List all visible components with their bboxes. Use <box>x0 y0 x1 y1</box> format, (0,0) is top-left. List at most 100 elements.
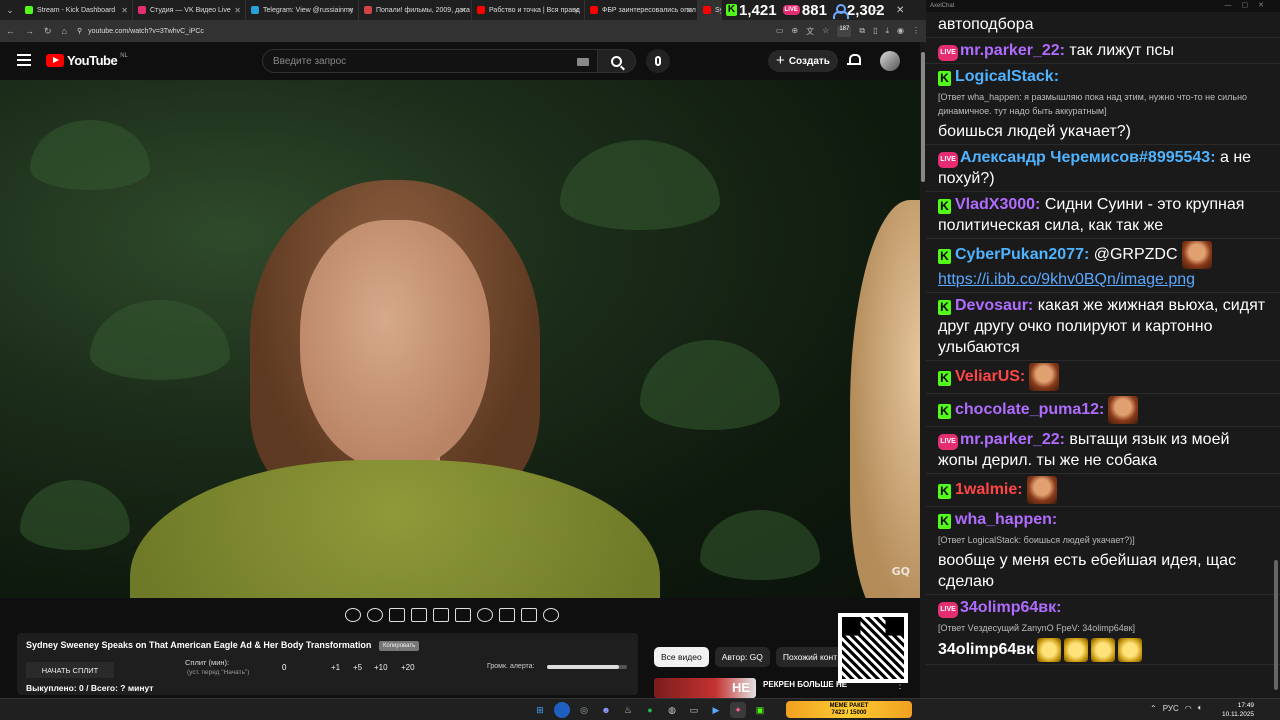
clock[interactable]: 17:49 10.11.2025 <box>1222 701 1254 719</box>
chat-window-controls[interactable]: —▢✕ <box>1225 1 1274 9</box>
chip-similar[interactable]: Похожий конт <box>775 647 845 667</box>
speed-icon[interactable] <box>477 608 493 622</box>
forward-icon[interactable]: → <box>25 26 34 36</box>
menu-icon[interactable]: ⋮ <box>912 26 920 37</box>
profile-icon[interactable]: ◉ <box>897 26 904 37</box>
chat-link[interactable]: https://i.ibb.co/9khv0BQn/image.png <box>938 271 1195 288</box>
scrollbar-thumb[interactable] <box>921 52 925 182</box>
kick-platform-icon: K <box>938 71 951 86</box>
chat-username[interactable]: LogicalStack: <box>955 68 1059 85</box>
copy-button[interactable]: Копировать <box>378 640 420 651</box>
volume-icon[interactable]: 🔈︎ <box>1198 703 1203 713</box>
site-info-icon[interactable]: ⚲ <box>77 27 82 35</box>
kick-app-icon[interactable]: ▣ <box>752 702 768 718</box>
add-20-button[interactable]: +20 <box>401 663 415 672</box>
extension-badge[interactable]: 187 <box>837 25 852 37</box>
download-icon[interactable]: ⤓ <box>885 26 889 37</box>
chat-username[interactable]: 34olimp64вк: <box>960 599 1061 616</box>
video-second-person <box>850 200 920 598</box>
tab-close-icon[interactable]: ✕ <box>234 6 241 15</box>
stream-app-icon[interactable]: ✦ <box>730 702 746 718</box>
cast-icon[interactable]: ▭ <box>776 26 784 37</box>
alert-volume-slider[interactable] <box>547 665 627 669</box>
tab-close-icon[interactable]: ✕ <box>121 6 128 15</box>
guide-menu-icon[interactable] <box>17 54 31 66</box>
minimize-icon[interactable]: — <box>872 5 882 16</box>
spotify-icon[interactable]: ● <box>642 702 658 718</box>
tray-overflow-icon[interactable]: ⌃ <box>1150 704 1157 713</box>
github-icon[interactable]: ◍ <box>664 702 680 718</box>
browser-tab[interactable]: Telegram: View @russiainmy ✕ <box>246 0 359 20</box>
reload-icon[interactable]: ↻ <box>44 26 52 37</box>
add-1-button[interactable]: +1 <box>331 663 340 672</box>
chat-username[interactable]: CyberPukan2077: <box>955 246 1089 263</box>
browser-tab[interactable]: Студия — VK Видео Live ✕ <box>133 0 246 20</box>
translate-icon[interactable]: 文 <box>806 26 814 37</box>
search-button[interactable] <box>598 49 636 73</box>
broadcast-icon[interactable] <box>367 608 383 622</box>
browser-tab[interactable]: Syd <box>698 0 722 20</box>
tab-close-icon[interactable]: ✕ <box>460 6 467 15</box>
player-icon[interactable]: ▶ <box>708 702 724 718</box>
tab-list-icon[interactable]: ⌄ <box>0 0 20 20</box>
video-player[interactable]: GQ <box>0 80 920 598</box>
browser-tab[interactable]: Stream - Kick Dashboard ✕ <box>20 0 133 20</box>
split-value[interactable]: 0 <box>282 663 286 672</box>
chat-username[interactable]: Александр Черемисов#8995543: <box>960 149 1216 166</box>
browser-tab[interactable]: Рабство и точка | Вся правд ✕ <box>472 0 585 20</box>
chat-username[interactable]: mr.parker_22: <box>960 42 1065 59</box>
add-10-button[interactable]: +10 <box>374 663 388 672</box>
watch-icon[interactable] <box>389 608 405 622</box>
start-icon[interactable]: ⊞ <box>532 702 548 718</box>
chat-scrollbar[interactable] <box>1274 560 1278 690</box>
split-view-icon[interactable]: ▯ <box>873 26 877 37</box>
discord-icon[interactable]: ☻ <box>598 702 614 718</box>
chat-username[interactable]: mr.parker_22: <box>960 431 1065 448</box>
screenshot-icon[interactable] <box>521 608 537 622</box>
media-icon[interactable]: ▭ <box>686 702 702 718</box>
chip-author[interactable]: Автор: GQ <box>714 647 770 667</box>
chat-username[interactable]: wha_happen: <box>955 511 1057 528</box>
chat-username[interactable]: VeliarUS: <box>955 368 1025 385</box>
tab-close-icon[interactable]: ✕ <box>686 6 693 15</box>
notifications-icon[interactable] <box>847 54 861 67</box>
add-icon[interactable] <box>499 608 515 622</box>
bookmark-icon[interactable]: ☆ <box>822 26 829 37</box>
obs-icon[interactable]: ◎ <box>576 702 592 718</box>
settings-gear-icon[interactable] <box>543 608 559 622</box>
steam-icon[interactable]: ♨ <box>620 702 636 718</box>
chat-username[interactable]: VladX3000: <box>955 196 1040 213</box>
start-split-button[interactable]: НАЧАТЬ СПЛИТ <box>26 662 114 678</box>
url-field[interactable]: ⚲ youtube.com/watch?v=3TwhvC_iPCc <box>77 27 766 36</box>
recommended-title[interactable]: РЕКРЕН БОЛЬШЕ НЕ <box>763 680 847 689</box>
voice-search-button[interactable] <box>646 49 670 73</box>
add-5-button[interactable]: +5 <box>353 663 362 672</box>
chrome-icon[interactable] <box>554 702 570 718</box>
meme-racket-widget[interactable]: МЕМЕ РАКЕТ 7423 / 15000 <box>786 701 912 718</box>
film-icon[interactable] <box>411 608 427 622</box>
keyboard-icon[interactable] <box>577 58 589 66</box>
browser-tab[interactable]: ФБР заинтересовались опол ✕ <box>585 0 698 20</box>
back-icon[interactable]: ← <box>6 26 15 36</box>
browser-tab[interactable]: Попали! фильмы, 2009, дата ✕ <box>359 0 472 20</box>
fullscreen-icon[interactable] <box>433 608 449 622</box>
home-icon[interactable]: ⌂ <box>62 26 67 36</box>
create-button[interactable]: + Создать <box>768 50 838 72</box>
wifi-icon[interactable]: ◠ <box>1185 704 1192 713</box>
close-icon[interactable]: ✕ <box>896 5 904 16</box>
youtube-logo[interactable]: YouTube NL <box>46 53 128 68</box>
chat-username[interactable]: 1walmie: <box>955 481 1023 498</box>
chat-username[interactable]: chocolate_puma12: <box>955 401 1104 418</box>
chip-all[interactable]: Все видео <box>654 647 709 667</box>
extensions-icon[interactable]: ⧉ <box>859 26 865 37</box>
tab-close-icon[interactable]: ✕ <box>573 6 580 15</box>
recommended-thumbnail[interactable]: НЕ <box>654 678 756 698</box>
language-indicator[interactable]: РУС <box>1163 704 1179 713</box>
chat-username[interactable]: Devosaur: <box>955 297 1033 314</box>
tab-close-icon[interactable]: ✕ <box>347 6 354 15</box>
cinema-icon[interactable] <box>455 608 471 622</box>
zoom-icon[interactable]: ⊕ <box>791 26 798 37</box>
avatar[interactable] <box>880 51 900 71</box>
loop-icon[interactable] <box>345 608 361 622</box>
search-input[interactable] <box>273 55 563 67</box>
